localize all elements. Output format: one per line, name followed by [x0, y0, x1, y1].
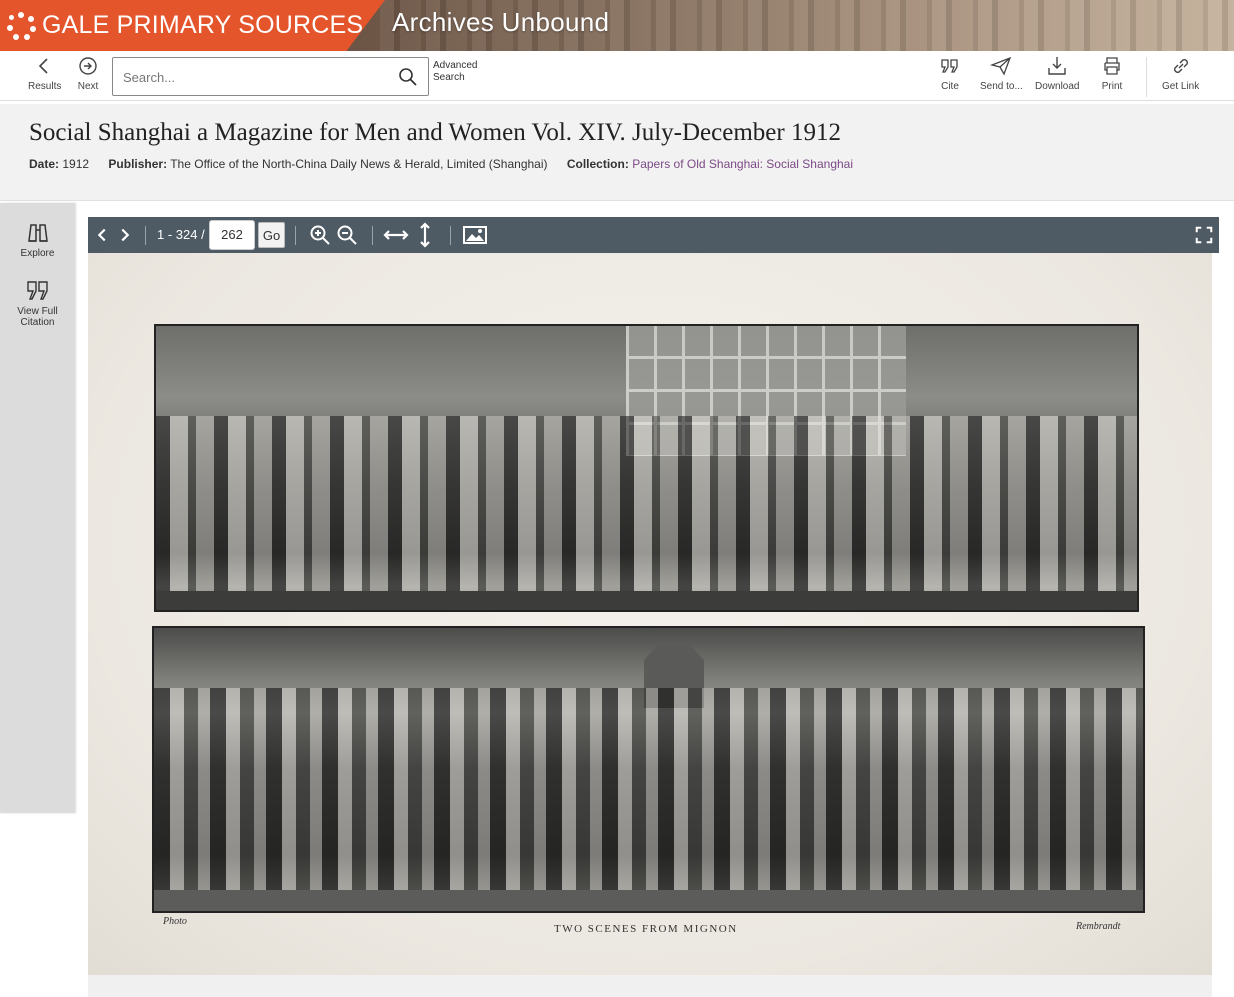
toolbar-separator — [450, 226, 451, 245]
toolbar-divider — [1146, 57, 1147, 97]
photo-credit-right: Rembrandt — [1076, 921, 1121, 932]
prev-page-button[interactable] — [92, 217, 112, 253]
quote-icon — [26, 281, 48, 300]
page-number-input[interactable]: 262 — [209, 220, 255, 250]
toolbar-separator — [372, 226, 373, 245]
next-page-button[interactable] — [115, 217, 135, 253]
publisher-value: The Office of the North-China Daily News… — [170, 157, 548, 171]
toolbar-separator — [295, 226, 296, 245]
view-full-citation-line1: View Full — [17, 306, 58, 317]
top-banner: GALE PRIMARY SOURCES Archives Unbound — [0, 0, 1234, 51]
fit-width-icon — [383, 230, 409, 240]
download-label: Download — [1035, 81, 1080, 92]
viewer-toolbar: 1 - 324 / 262 Go — [88, 217, 1219, 253]
advanced-search-line1: Advanced — [433, 60, 478, 71]
photo-scene-two — [152, 626, 1145, 913]
view-full-citation-line2: Citation — [20, 317, 55, 328]
cite-label: Cite — [941, 81, 959, 92]
binoculars-icon — [27, 224, 48, 242]
toolbar: Results Next Advanced Search Cite Send t… — [0, 51, 1234, 101]
chevron-left-icon — [38, 58, 48, 74]
quote-icon — [941, 59, 958, 73]
image-settings-button[interactable] — [461, 217, 489, 253]
get-link-label: Get Link — [1162, 81, 1200, 92]
search-icon[interactable] — [398, 67, 418, 87]
fullscreen-button[interactable] — [1191, 217, 1217, 253]
date-value: 1912 — [62, 157, 90, 171]
photo-scene-one — [154, 324, 1139, 612]
zoom-in-button[interactable] — [307, 217, 333, 253]
side-toolbar: Explore View Full Citation — [0, 203, 75, 813]
search-box — [112, 57, 429, 96]
explore-button[interactable]: Explore — [0, 221, 75, 259]
brand-logo-link[interactable]: GALE PRIMARY SOURCES — [0, 0, 385, 51]
fit-height-button[interactable] — [414, 217, 436, 253]
toolbar-separator — [145, 226, 146, 245]
date-field: Date: 1912 — [29, 157, 90, 171]
link-icon — [1173, 59, 1188, 73]
explore-label: Explore — [20, 248, 55, 259]
download-icon — [1048, 57, 1066, 75]
document-page-viewer[interactable]: Photo TWO SCENES FROM MIGNON Rembrandt — [88, 253, 1212, 975]
page-range: 1 - 324 / — [157, 227, 205, 242]
zoom-in-icon — [310, 225, 330, 245]
next-label: Next — [77, 81, 99, 92]
send-to-label: Send to... — [980, 81, 1023, 92]
collection-field: Collection: Papers of Old Shanghai: Soci… — [566, 157, 854, 171]
results-button[interactable]: Results — [28, 55, 61, 92]
brand-name: GALE PRIMARY SOURCES — [42, 11, 364, 39]
scanned-page: Photo TWO SCENES FROM MIGNON Rembrandt — [88, 253, 1212, 975]
viewer-footer-area — [88, 975, 1212, 997]
cite-button[interactable]: Cite — [939, 55, 961, 92]
go-button[interactable]: Go — [258, 222, 285, 248]
document-title: Social Shanghai a Magazine for Men and W… — [29, 119, 841, 146]
publisher-field: Publisher: The Office of the North-China… — [108, 157, 548, 171]
chevron-right-icon — [121, 228, 130, 242]
fit-width-button[interactable] — [382, 217, 410, 253]
product-name[interactable]: Archives Unbound — [392, 7, 609, 38]
document-header: Social Shanghai a Magazine for Men and W… — [0, 104, 1234, 201]
collection-link[interactable]: Papers of Old Shanghai: Social Shanghai — [632, 157, 853, 171]
search-input[interactable] — [123, 67, 393, 87]
zoom-out-icon — [337, 225, 357, 245]
page-caption: TWO SCENES FROM MIGNON — [554, 923, 738, 935]
chevron-left-icon — [97, 228, 106, 242]
get-link-button[interactable]: Get Link — [1162, 55, 1199, 92]
view-full-citation-button[interactable]: View Full Citation — [0, 279, 75, 328]
advanced-search-link[interactable]: Advanced Search — [433, 60, 477, 84]
photo-credit-left: Photo — [163, 916, 187, 927]
printer-icon — [1104, 57, 1120, 75]
document-metadata: Date: 1912 Publisher: The Office of the … — [29, 157, 869, 171]
image-icon — [463, 226, 487, 244]
fit-height-icon — [420, 222, 430, 248]
next-button[interactable]: Next — [77, 55, 99, 92]
zoom-out-button[interactable] — [334, 217, 360, 253]
download-button[interactable]: Download — [1035, 55, 1079, 92]
print-label: Print — [1101, 81, 1123, 92]
gale-logo-icon — [6, 11, 36, 41]
arrow-circle-right-icon — [79, 57, 97, 75]
fullscreen-icon — [1195, 226, 1213, 244]
results-label: Results — [28, 81, 62, 92]
paper-plane-icon — [990, 56, 1012, 76]
advanced-search-line2: Search — [433, 72, 465, 83]
print-button[interactable]: Print — [1101, 55, 1123, 92]
send-to-button[interactable]: Send to... — [980, 55, 1023, 92]
